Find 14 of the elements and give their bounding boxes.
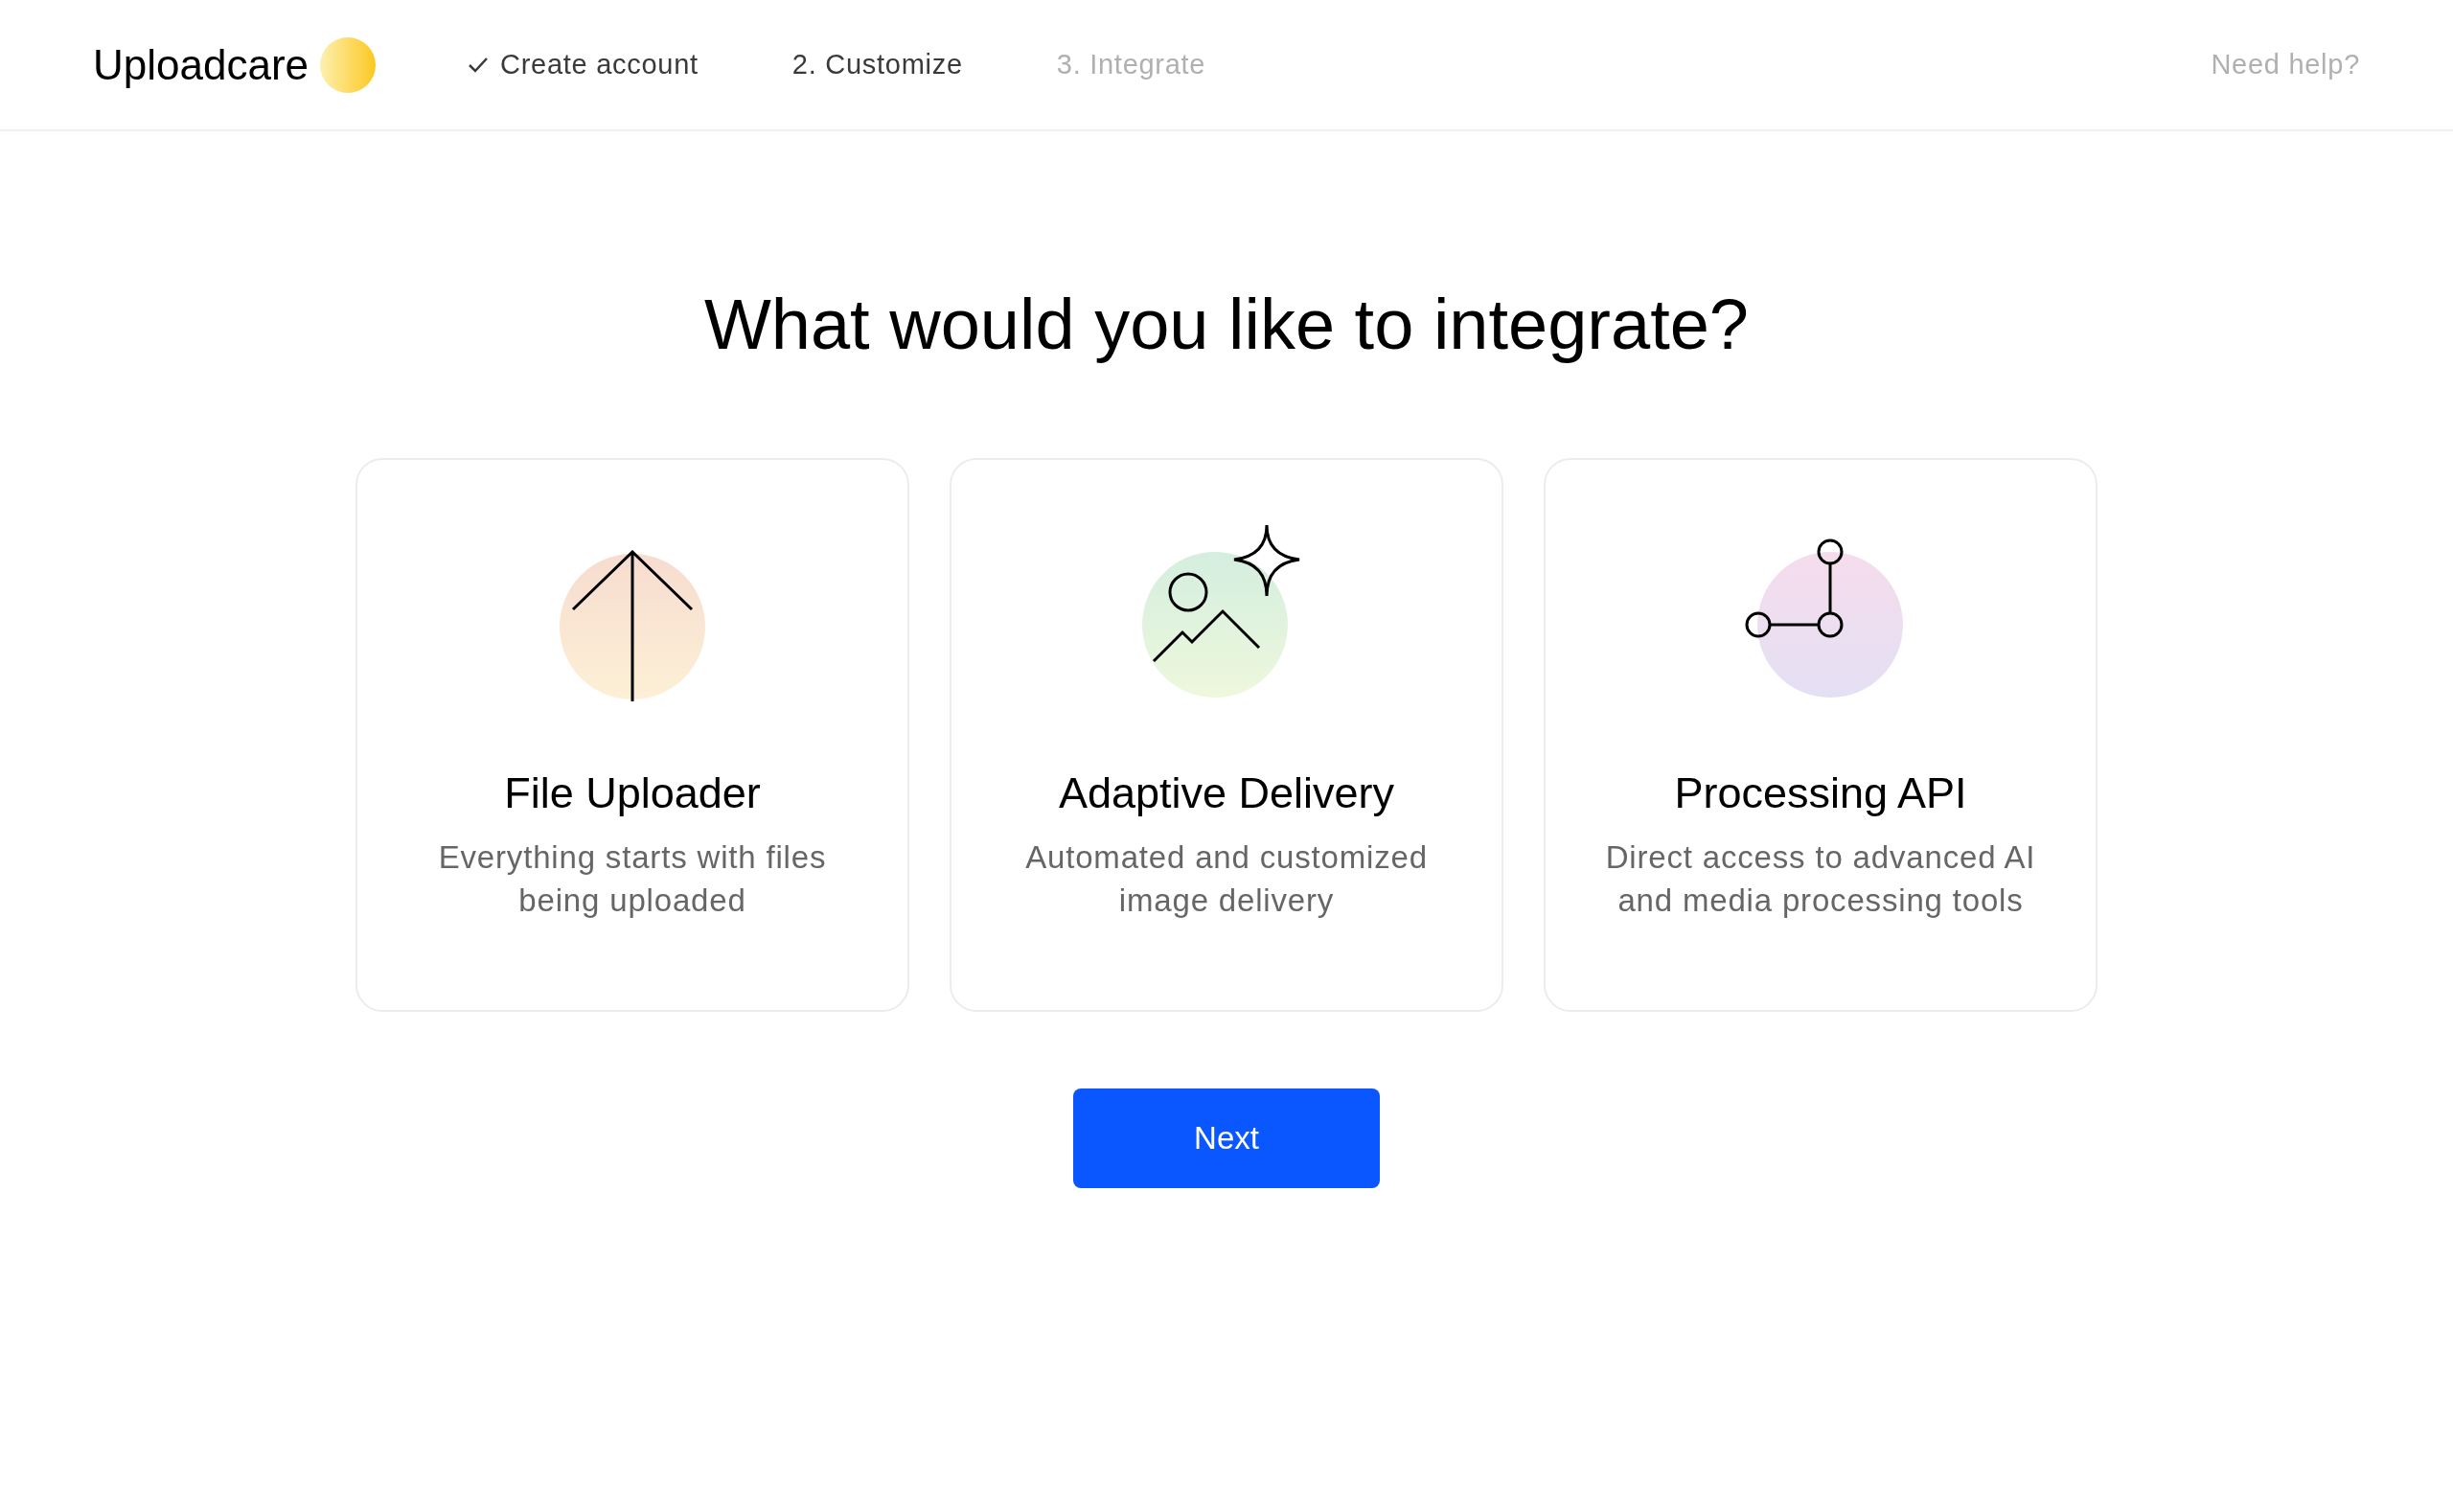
option-card[interactable]: File Uploader Everything starts with files being uploaded	[355, 458, 909, 1012]
step-label: 3. Integrate	[1056, 47, 1206, 81]
option-description: Everything starts with files being uploaded	[437, 837, 828, 920]
step-label: Create account	[500, 47, 699, 81]
option-card[interactable]: Adaptive Delivery Automated and customized image delivery	[950, 458, 1503, 1012]
step-label: 2. Customize	[791, 47, 963, 81]
option-title: Adaptive Delivery	[1058, 767, 1395, 819]
option-card[interactable]: Processing API Direct access to advanced AI and media processing tools	[1544, 458, 2098, 1012]
option-description: Direct access to advanced AI and media processing tools	[1604, 837, 2037, 920]
option-description: Automated and customized image delivery	[1024, 837, 1429, 920]
option-title: Processing API	[1674, 767, 1967, 819]
next-button[interactable]: Next	[1073, 1088, 1380, 1188]
brand-name: Uploadcare	[93, 39, 309, 90]
option-title: File Uploader	[504, 767, 761, 819]
